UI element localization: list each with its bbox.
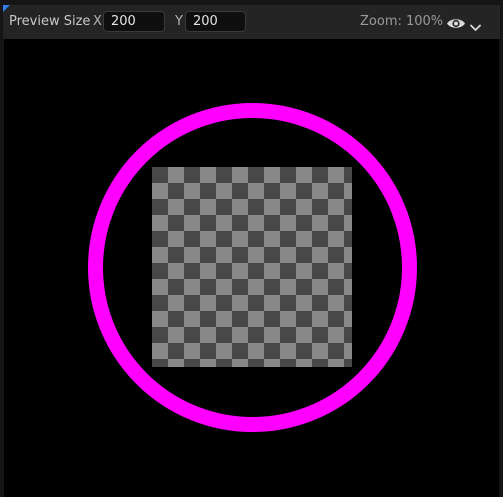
eye-icon <box>446 15 466 34</box>
zoom-level: Zoom: 100% <box>360 14 444 29</box>
y-label: Y <box>175 14 183 29</box>
preview-toolbar: Preview Size X Y Zoom: 100% <box>3 5 500 39</box>
view-options-dropdown[interactable] <box>443 13 483 31</box>
preview-size-y-field[interactable] <box>185 11 246 32</box>
preview-size-x-field[interactable] <box>103 11 165 32</box>
preview-panel: Preview Size X Y Zoom: 100% <box>0 0 503 497</box>
preview-viewport[interactable] <box>4 39 499 497</box>
focus-corner-marker <box>3 5 10 12</box>
preview-size-label: Preview Size <box>9 14 91 29</box>
transparency-checkerboard <box>152 167 352 367</box>
chevron-down-icon <box>470 17 481 36</box>
x-label: X <box>93 14 102 29</box>
